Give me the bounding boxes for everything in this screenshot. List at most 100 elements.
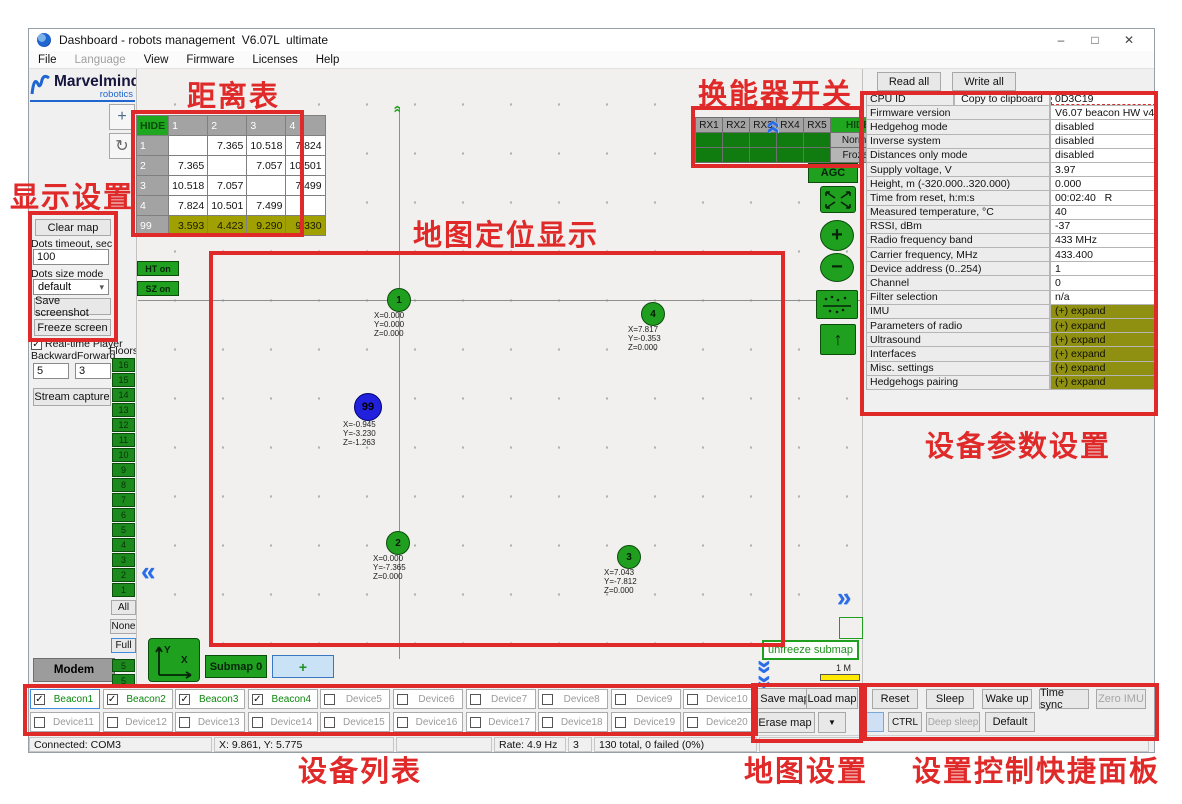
rx-toggle-cell[interactable] [696, 133, 723, 148]
param-value[interactable]: 0.000 [1050, 176, 1157, 191]
distance-hide-button[interactable]: HIDE [137, 116, 169, 136]
unfreeze-submap-button[interactable]: unfreeze submap [762, 640, 859, 660]
device-list-scroll-down[interactable]: ▼ [818, 712, 846, 733]
submap-button[interactable]: Submap 0 [205, 655, 267, 678]
param-value[interactable]: disabled [1050, 134, 1157, 149]
floors-none-button[interactable]: None [110, 619, 137, 634]
param-value[interactable]: 0D3C19 [1050, 91, 1157, 106]
device-cell-device10[interactable]: Device10 [683, 689, 753, 709]
param-value[interactable]: -37 [1050, 219, 1157, 234]
floor-button-1[interactable]: 1 [112, 583, 135, 597]
rx-toggle-cell[interactable] [750, 133, 777, 148]
submap-frame-box[interactable] [839, 617, 863, 639]
freeze-screen-button[interactable]: Freeze screen [34, 319, 111, 336]
param-value[interactable]: 0 [1050, 275, 1157, 290]
device-checkbox[interactable] [542, 717, 553, 728]
device-cell-device13[interactable]: Device13 [175, 712, 245, 732]
param-expand-toggle[interactable]: (+) expand [1050, 375, 1157, 390]
agc-button[interactable]: AGC [808, 163, 858, 183]
param-expand-toggle[interactable]: (+) expand [1050, 332, 1157, 347]
fit-to-screen-button[interactable] [820, 186, 856, 213]
floor-button-16[interactable]: 16 [112, 358, 135, 372]
rx-header-rx2[interactable]: RX2 [723, 118, 750, 133]
clear-map-button[interactable]: Clear map [35, 219, 111, 236]
menu-licenses[interactable]: Licenses [243, 54, 306, 66]
device-checkbox[interactable] [687, 717, 698, 728]
write-all-button[interactable]: Write all [952, 72, 1016, 91]
floor-button-10[interactable]: 10 [112, 448, 135, 462]
sleep-button[interactable]: Sleep [926, 689, 974, 709]
beacon-1[interactable]: 1 [387, 288, 411, 312]
modem-button[interactable]: Modem [33, 658, 115, 682]
floor-button-5[interactable]: 5 [112, 523, 135, 537]
wake-up-button[interactable]: Wake up [982, 689, 1032, 709]
rx-toggle-cell[interactable] [723, 148, 750, 163]
param-value[interactable]: 40 [1050, 205, 1157, 220]
floor-button-4[interactable]: 4 [112, 538, 135, 552]
device-checkbox[interactable] [615, 717, 626, 728]
floor-button-3[interactable]: 3 [112, 553, 135, 567]
param-expand-toggle[interactable]: (+) expand [1050, 304, 1157, 319]
rx-toggle-cell[interactable] [804, 148, 831, 163]
copy-to-clipboard-button[interactable]: Copy to clipboard [954, 91, 1050, 106]
erase-map-button[interactable]: Erase map [755, 712, 815, 733]
zero-imu-button[interactable]: Zero IMU [1096, 689, 1146, 709]
param-value[interactable]: 3.97 [1050, 162, 1157, 177]
device-checkbox[interactable] [179, 717, 190, 728]
dots-timeout-input[interactable]: 100 [33, 249, 109, 265]
ctrl-button[interactable]: CTRL [888, 712, 922, 732]
pan-right-chevron-icon[interactable]: » [837, 586, 851, 608]
floors-all-button[interactable]: All [111, 600, 136, 615]
param-value[interactable]: 433 MHz [1050, 233, 1157, 248]
device-checkbox[interactable] [34, 717, 45, 728]
rx-toggle-cell[interactable] [723, 133, 750, 148]
axis-orientation-widget[interactable]: Y X [148, 638, 200, 682]
param-value[interactable]: disabled [1050, 119, 1157, 134]
rotate-tool-button[interactable]: ↻ [109, 133, 135, 159]
reset-button[interactable]: Reset [872, 689, 918, 709]
param-value[interactable]: n/a [1050, 290, 1157, 305]
rx-header-rx1[interactable]: RX1 [696, 118, 723, 133]
menu-file[interactable]: File [29, 54, 66, 66]
floor-button-6[interactable]: 6 [112, 508, 135, 522]
device-cell-beacon3[interactable]: ✓Beacon3 [175, 689, 245, 709]
device-cell-device15[interactable]: Device15 [320, 712, 390, 732]
rx-toggle-cell[interactable] [777, 133, 804, 148]
floor-button-12[interactable]: 12 [112, 418, 135, 432]
param-value[interactable]: 433.400 [1050, 247, 1157, 262]
floor-button-14[interactable]: 14 [112, 388, 135, 402]
device-checkbox[interactable]: ✓ [252, 694, 263, 705]
device-cell-device6[interactable]: Device6 [393, 689, 463, 709]
maximize-button[interactable]: □ [1078, 29, 1112, 51]
param-value[interactable]: V6.07 beacon HW v4.9 [1050, 105, 1157, 120]
device-checkbox[interactable] [470, 717, 481, 728]
device-checkbox[interactable]: ✓ [179, 694, 190, 705]
axes-tool-button[interactable]: + [109, 104, 135, 130]
device-cell-device20[interactable]: Device20 [683, 712, 753, 732]
device-cell-device11[interactable]: Device11 [30, 712, 100, 732]
device-checkbox[interactable] [687, 694, 698, 705]
floor-button-9[interactable]: 9 [112, 463, 135, 477]
floor-button-7[interactable]: 7 [112, 493, 135, 507]
minimize-button[interactable]: – [1044, 29, 1078, 51]
device-checkbox[interactable] [252, 717, 263, 728]
menu-help[interactable]: Help [307, 54, 349, 66]
menu-view[interactable]: View [135, 54, 178, 66]
floor-button-13[interactable]: 13 [112, 403, 135, 417]
floors-full-button[interactable]: Full [111, 638, 136, 653]
beacon-3[interactable]: 3 [617, 545, 641, 569]
dots-size-select[interactable]: default ▾ [33, 279, 109, 295]
param-expand-toggle[interactable]: (+) expand [1050, 361, 1157, 376]
pan-down-chevron-icon[interactable]: » [755, 660, 777, 674]
device-checkbox[interactable] [615, 694, 626, 705]
device-cell-device14[interactable]: Device14 [248, 712, 318, 732]
device-checkbox[interactable] [107, 717, 118, 728]
device-checkbox[interactable]: ✓ [34, 694, 45, 705]
device-cell-device9[interactable]: Device9 [611, 689, 681, 709]
device-checkbox[interactable]: ✓ [107, 694, 118, 705]
backward-input[interactable]: 5 [33, 363, 69, 379]
param-expand-toggle[interactable]: (+) expand [1050, 318, 1157, 333]
floor-button-8[interactable]: 8 [112, 478, 135, 492]
device-cell-beacon1[interactable]: ✓Beacon1 [30, 689, 100, 709]
pan-left-chevron-icon[interactable]: « [141, 560, 155, 582]
